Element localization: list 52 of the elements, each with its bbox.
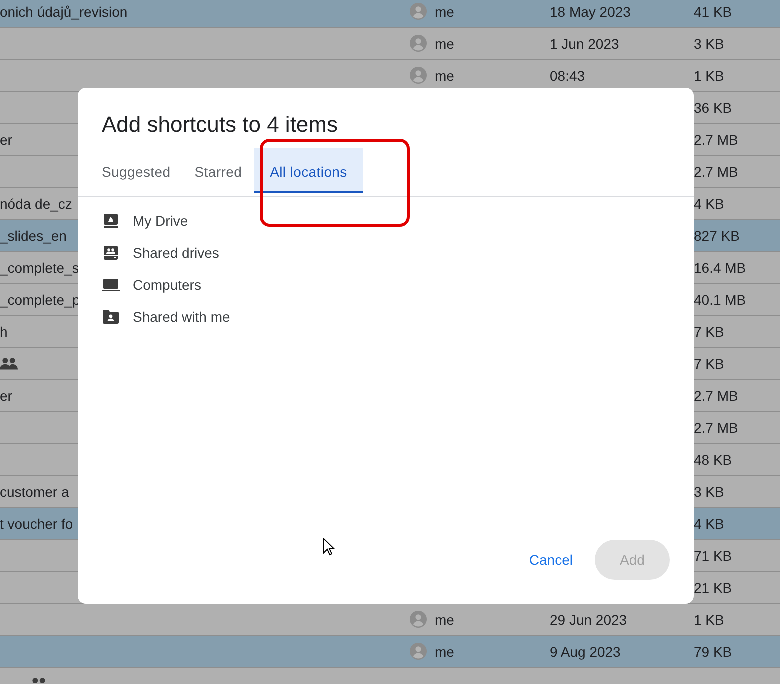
file-size: 1 KB xyxy=(694,68,724,84)
dialog-title: Add shortcuts to 4 items xyxy=(102,112,338,138)
file-name: _slides_en xyxy=(0,228,67,244)
file-size: 1 KB xyxy=(694,612,724,628)
file-name: _complete_s xyxy=(0,260,80,276)
location-item[interactable]: Shared with me xyxy=(102,301,230,333)
file-name: er xyxy=(0,388,12,404)
file-name: h xyxy=(0,324,8,340)
owner-name: me xyxy=(435,4,454,20)
file-size: 2.7 MB xyxy=(694,132,738,148)
location-item[interactable]: Shared drives xyxy=(102,237,220,269)
owner-name: me xyxy=(435,644,454,660)
owner-name: me xyxy=(435,68,454,84)
file-size: 79 KB xyxy=(694,644,732,660)
file-size: 21 KB xyxy=(694,580,732,596)
file-name: t voucher fo xyxy=(0,516,74,532)
tab[interactable]: All locations xyxy=(254,148,364,196)
cancel-button[interactable]: Cancel xyxy=(525,544,577,576)
location-item[interactable]: Computers xyxy=(102,269,202,301)
file-size: 2.7 MB xyxy=(694,420,738,436)
file-row[interactable]: onich údajů_revision me 18 May 2023 41 KB xyxy=(0,0,780,28)
modified-date: 18 May 2023 xyxy=(550,4,631,20)
file-size: 4 KB xyxy=(694,196,724,212)
file-size: 36 KB xyxy=(694,100,732,116)
modified-date: 29 Jun 2023 xyxy=(550,612,628,628)
owner-name: me xyxy=(435,36,454,52)
file-size: 3 KB xyxy=(694,484,724,500)
file-size: 827 KB xyxy=(694,228,740,244)
file-name: customer a xyxy=(0,484,70,500)
file-size: 2.7 MB xyxy=(694,164,738,180)
file-size: 16.4 MB xyxy=(694,260,746,276)
file-name: onich údajů_revision xyxy=(0,4,128,20)
modified-date: 1 Jun 2023 xyxy=(550,36,620,52)
file-size: 7 KB xyxy=(694,324,724,340)
file-size: 48 KB xyxy=(694,452,732,468)
tab[interactable]: Starred xyxy=(182,148,254,196)
file-size: 7 KB xyxy=(694,356,724,372)
file-name: _complete_p xyxy=(0,292,80,308)
file-size: 71 KB xyxy=(694,548,732,564)
file-row[interactable]: me 9 Aug 2023 79 KB xyxy=(0,636,780,668)
modified-date: 9 Aug 2023 xyxy=(550,644,621,660)
file-size: 4 KB xyxy=(694,516,724,532)
owner-name: me xyxy=(435,612,454,628)
file-size: 41 KB xyxy=(694,4,732,20)
location-item[interactable]: My Drive xyxy=(102,205,188,237)
file-name: er xyxy=(0,132,12,148)
tab[interactable]: Suggested xyxy=(90,148,183,196)
file-size: 40.1 MB xyxy=(694,292,746,308)
modified-date: 08:43 xyxy=(550,68,586,84)
file-size: 2.7 MB xyxy=(694,388,738,404)
file-size: 3 KB xyxy=(694,36,724,52)
file-name: nóda de_cz xyxy=(0,196,72,212)
